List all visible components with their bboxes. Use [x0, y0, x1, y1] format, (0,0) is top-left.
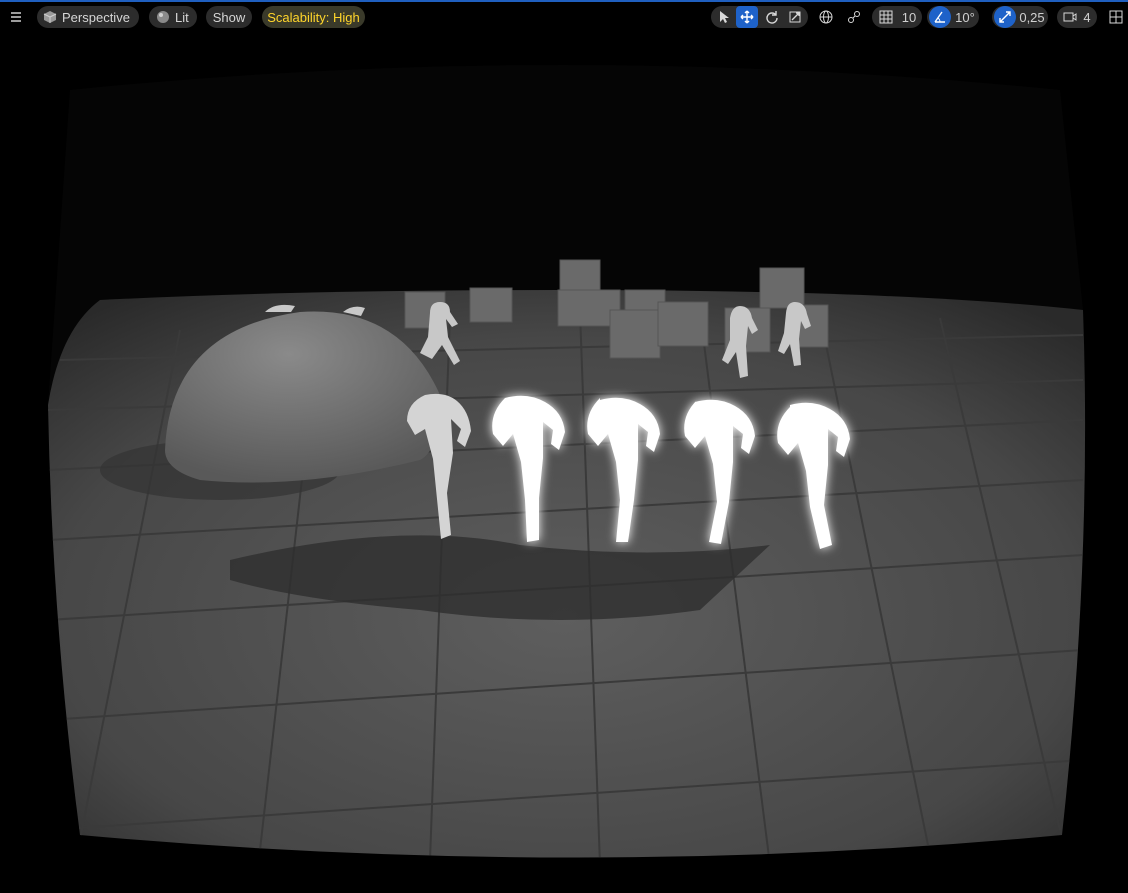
camera-speed-value[interactable]: 4: [1080, 6, 1094, 28]
globe-icon[interactable]: [815, 6, 837, 28]
viewport-type-label: Perspective: [62, 9, 130, 25]
show-label: Show: [212, 9, 246, 25]
scale-icon[interactable]: [784, 6, 806, 28]
scene-render[interactable]: [0, 0, 1128, 893]
surface-snap-icon[interactable]: [843, 6, 865, 28]
level-viewport[interactable]: Perspective Lit Show Scalability: High 1…: [0, 0, 1128, 893]
scale-snap-icon[interactable]: [994, 6, 1016, 28]
view-mode-button[interactable]: Lit: [149, 6, 197, 28]
viewport-layout-icon[interactable]: [1106, 6, 1126, 28]
viewport-toolbar: Perspective Lit Show Scalability: High 1…: [0, 2, 1128, 30]
cursor-icon[interactable]: [714, 6, 734, 28]
scalability-label: Scalability: High: [267, 9, 360, 25]
cube-icon: [43, 10, 57, 24]
scalability-button[interactable]: Scalability: High: [262, 6, 365, 28]
hamburger-icon[interactable]: [5, 6, 27, 28]
show-button[interactable]: Show: [206, 6, 252, 28]
angle-icon[interactable]: [929, 6, 951, 28]
floor-plane: [48, 290, 1086, 858]
sphere-icon: [156, 10, 170, 24]
viewport-type-button[interactable]: Perspective: [37, 6, 139, 28]
scale-snap-value[interactable]: 0,25: [1018, 6, 1046, 28]
rotate-icon[interactable]: [761, 6, 783, 28]
rotation-snap-value[interactable]: 10°: [953, 6, 977, 28]
move-arrows-icon[interactable]: [736, 6, 758, 28]
camera-icon[interactable]: [1060, 6, 1080, 28]
view-mode-label: Lit: [175, 9, 189, 25]
grid-snap-value[interactable]: 10: [898, 6, 920, 28]
grid-icon[interactable]: [876, 6, 896, 28]
